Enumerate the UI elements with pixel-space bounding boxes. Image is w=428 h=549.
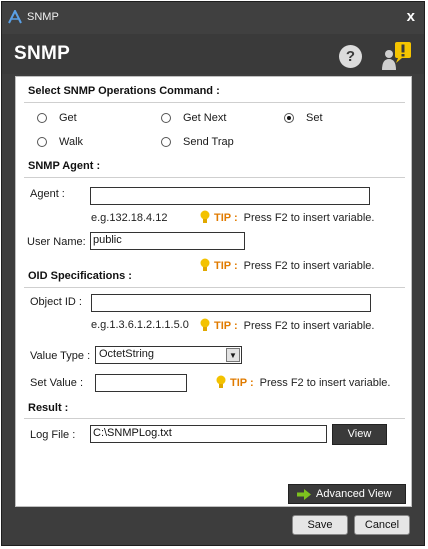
window-title: SNMP [27,11,59,23]
cancel-button[interactable]: Cancel [354,515,410,535]
view-button[interactable]: View [332,424,387,445]
close-icon[interactable]: x [407,8,415,25]
title-bar: SNMP x [2,2,424,34]
agent-input[interactable] [90,187,370,205]
tip-text: Press F2 to insert variable. [259,377,391,389]
divider [24,287,405,288]
radio-button[interactable] [37,113,47,123]
operations-heading: Select SNMP Operations Command : [28,85,220,97]
dialog-header: SNMP ? [2,34,424,74]
tip-key: TIP : [214,320,238,332]
radio-button[interactable] [161,137,171,147]
radio-label-walk: Walk [59,136,84,148]
value-type-select[interactable]: OctetString ▼ [95,346,242,364]
radio-button[interactable] [37,137,47,147]
form-panel: Select SNMP Operations Command : Get Get… [15,76,412,507]
lightbulb-icon [200,258,210,271]
arrow-right-icon [297,489,311,500]
save-button[interactable]: Save [292,515,348,535]
radio-label-send-trap: Send Trap [183,136,234,148]
tip-key: TIP : [214,260,238,272]
log-file-input[interactable]: C:\SNMPLog.txt [90,425,327,443]
value-type-label: Value Type : [30,350,91,362]
radio-label-set: Set [306,112,323,124]
app-logo-icon [8,10,22,24]
user-name-label: User Name: [27,236,86,248]
set-value-tip: TIP : Press F2 to insert variable. [216,375,390,389]
log-file-label: Log File : [30,429,76,441]
oid-heading: OID Specifications : [28,270,132,282]
object-id-example: e.g.1.3.6.1.2.1.1.5.0 [91,319,189,331]
tip-text: Press F2 to insert variable. [243,320,375,332]
object-id-tip: TIP : Press F2 to insert variable. [200,318,374,332]
object-id-label: Object ID : [30,296,82,308]
set-value-label: Set Value : [30,377,83,389]
dropdown-arrow-icon[interactable]: ▼ [226,348,240,362]
user-name-tip: TIP : Press F2 to insert variable. [200,258,374,272]
lightbulb-icon [200,318,210,331]
tip-text: Press F2 to insert variable. [243,260,375,272]
advanced-view-label: Advanced View [316,488,392,500]
radio-label-get-next: Get Next [183,112,227,124]
radio-label-get: Get [59,112,77,124]
tip-key: TIP : [214,212,238,224]
radio-button-selected[interactable] [284,113,294,123]
user-name-input[interactable]: public [90,232,245,250]
snmp-window: SNMP x SNMP ? Select SNMP Operations Com… [1,1,425,546]
object-id-input[interactable] [91,294,371,312]
agent-label: Agent : [30,188,65,200]
lightbulb-icon [216,375,226,388]
tip-key: TIP : [230,377,254,389]
result-heading: Result : [28,402,69,414]
agent-example: e.g.132.18.4.12 [91,212,168,224]
user-alert-icon[interactable] [379,41,413,71]
page-title: SNMP [14,43,71,64]
divider [24,102,405,103]
agent-tip: TIP : Press F2 to insert variable. [200,210,374,224]
set-value-input[interactable] [95,374,187,392]
value-type-selected: OctetString [99,348,155,360]
help-icon[interactable]: ? [339,45,362,68]
radio-button[interactable] [161,113,171,123]
tip-text: Press F2 to insert variable. [243,212,375,224]
snmp-agent-heading: SNMP Agent : [28,160,101,172]
divider [24,418,405,419]
divider [24,177,405,178]
advanced-view-button[interactable]: Advanced View [288,484,406,504]
lightbulb-icon [200,210,210,223]
